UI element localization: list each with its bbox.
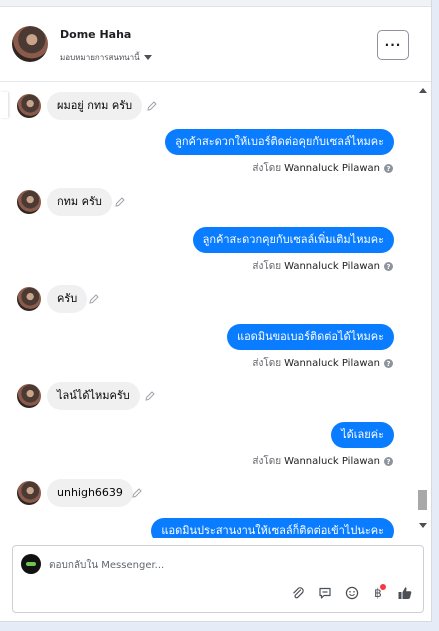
outgoing-bubble[interactable]: ได้เลยค่ะ	[331, 422, 394, 448]
sent-by-label: ส่งโดย	[252, 163, 282, 174]
sender-avatar	[17, 94, 41, 118]
reply-composer: ฿	[12, 545, 424, 613]
incoming-bubble[interactable]: กทม ครับ	[47, 188, 112, 216]
scroll-down-arrow-icon[interactable]	[419, 523, 427, 528]
attach-icon[interactable]	[289, 584, 307, 602]
outgoing-bubble[interactable]: แอดมินขอเบอร์ติดต่อได้ไหมคะ	[226, 324, 394, 350]
assign-label: มอบหมายการสนทนานี้	[60, 53, 140, 62]
page-logo-icon	[21, 554, 41, 574]
edit-pencil-icon[interactable]	[144, 390, 156, 402]
outgoing-bubble[interactable]: ลูกค้าสะดวกให้เบอร์ติดต่อคุยกับเซลล์ไหมค…	[165, 129, 394, 155]
edit-pencil-icon[interactable]	[114, 196, 126, 208]
contact-avatar[interactable]	[12, 26, 48, 62]
incoming-bubble[interactable]: ไลน์ได้ไหมครับ	[47, 382, 140, 410]
sender-name: Wannaluck Pilawan	[284, 261, 380, 272]
sent-by-label: ส่งโดย	[252, 261, 282, 272]
help-icon[interactable]: ?	[384, 164, 393, 173]
conversation-header: Dome Haha มอบหมายการสนทนานี้ ···	[0, 7, 431, 82]
incoming-bubble[interactable]: ครับ	[47, 285, 88, 313]
top-divider	[0, 0, 431, 7]
more-options-button[interactable]: ···	[377, 30, 409, 60]
payment-icon[interactable]: ฿	[369, 584, 387, 602]
sender-name: Wannaluck Pilawan	[284, 358, 380, 369]
sender-avatar	[17, 481, 41, 505]
edit-pencil-icon[interactable]	[146, 100, 158, 112]
sent-by-line: ส่งโดย Wannaluck Pilawan?	[252, 259, 393, 274]
thread-scrollbar[interactable]	[416, 82, 429, 538]
emoji-icon[interactable]	[343, 584, 361, 602]
saved-replies-icon[interactable]	[316, 584, 334, 602]
sent-by-line: ส่งโดย Wannaluck Pilawan?	[252, 454, 393, 469]
notification-dot	[380, 584, 386, 590]
assign-conversation-dropdown[interactable]: มอบหมายการสนทนานี้	[60, 51, 152, 64]
message-thread[interactable]: ผมอยู่ กทม ครับ ลูกค้าสะดวกให้เบอร์ติดต่…	[0, 82, 431, 538]
sender-name: Wannaluck Pilawan	[284, 456, 380, 467]
sender-avatar	[17, 190, 41, 214]
edit-pencil-icon[interactable]	[88, 293, 100, 305]
caret-down-icon	[143, 55, 152, 60]
sender-avatar	[17, 287, 41, 311]
sender-avatar	[17, 384, 41, 408]
help-icon[interactable]: ?	[384, 359, 393, 368]
reply-input[interactable]	[49, 556, 409, 574]
contact-name[interactable]: Dome Haha	[60, 28, 131, 41]
outgoing-bubble[interactable]: แอดมินประสานงานให้เซลล์ก็ติดต่อเข้าไปนะค…	[151, 518, 394, 538]
edit-pencil-icon[interactable]	[131, 487, 143, 499]
like-icon[interactable]	[396, 584, 414, 602]
outgoing-bubble[interactable]: ลูกค้าสะดวกคุยกับเซลล์เพิ่มเติมไหมคะ	[192, 227, 394, 253]
incoming-bubble[interactable]: ผมอยู่ กทม ครับ	[47, 92, 143, 120]
sent-by-line: ส่งโดย Wannaluck Pilawan?	[252, 356, 393, 371]
help-icon[interactable]: ?	[384, 262, 393, 271]
sender-name: Wannaluck Pilawan	[284, 163, 380, 174]
scroll-up-arrow-icon[interactable]	[419, 88, 427, 93]
sent-by-line: ส่งโดย Wannaluck Pilawan?	[252, 161, 393, 176]
help-icon[interactable]: ?	[384, 457, 393, 466]
scroll-thumb[interactable]	[418, 490, 427, 510]
messenger-panel: Dome Haha มอบหมายการสนทนานี้ ··· ผมอยู่ …	[0, 0, 432, 622]
incoming-bubble[interactable]: unhigh6639	[47, 479, 133, 507]
sent-by-label: ส่งโดย	[252, 456, 282, 467]
sent-by-label: ส่งโดย	[252, 358, 282, 369]
